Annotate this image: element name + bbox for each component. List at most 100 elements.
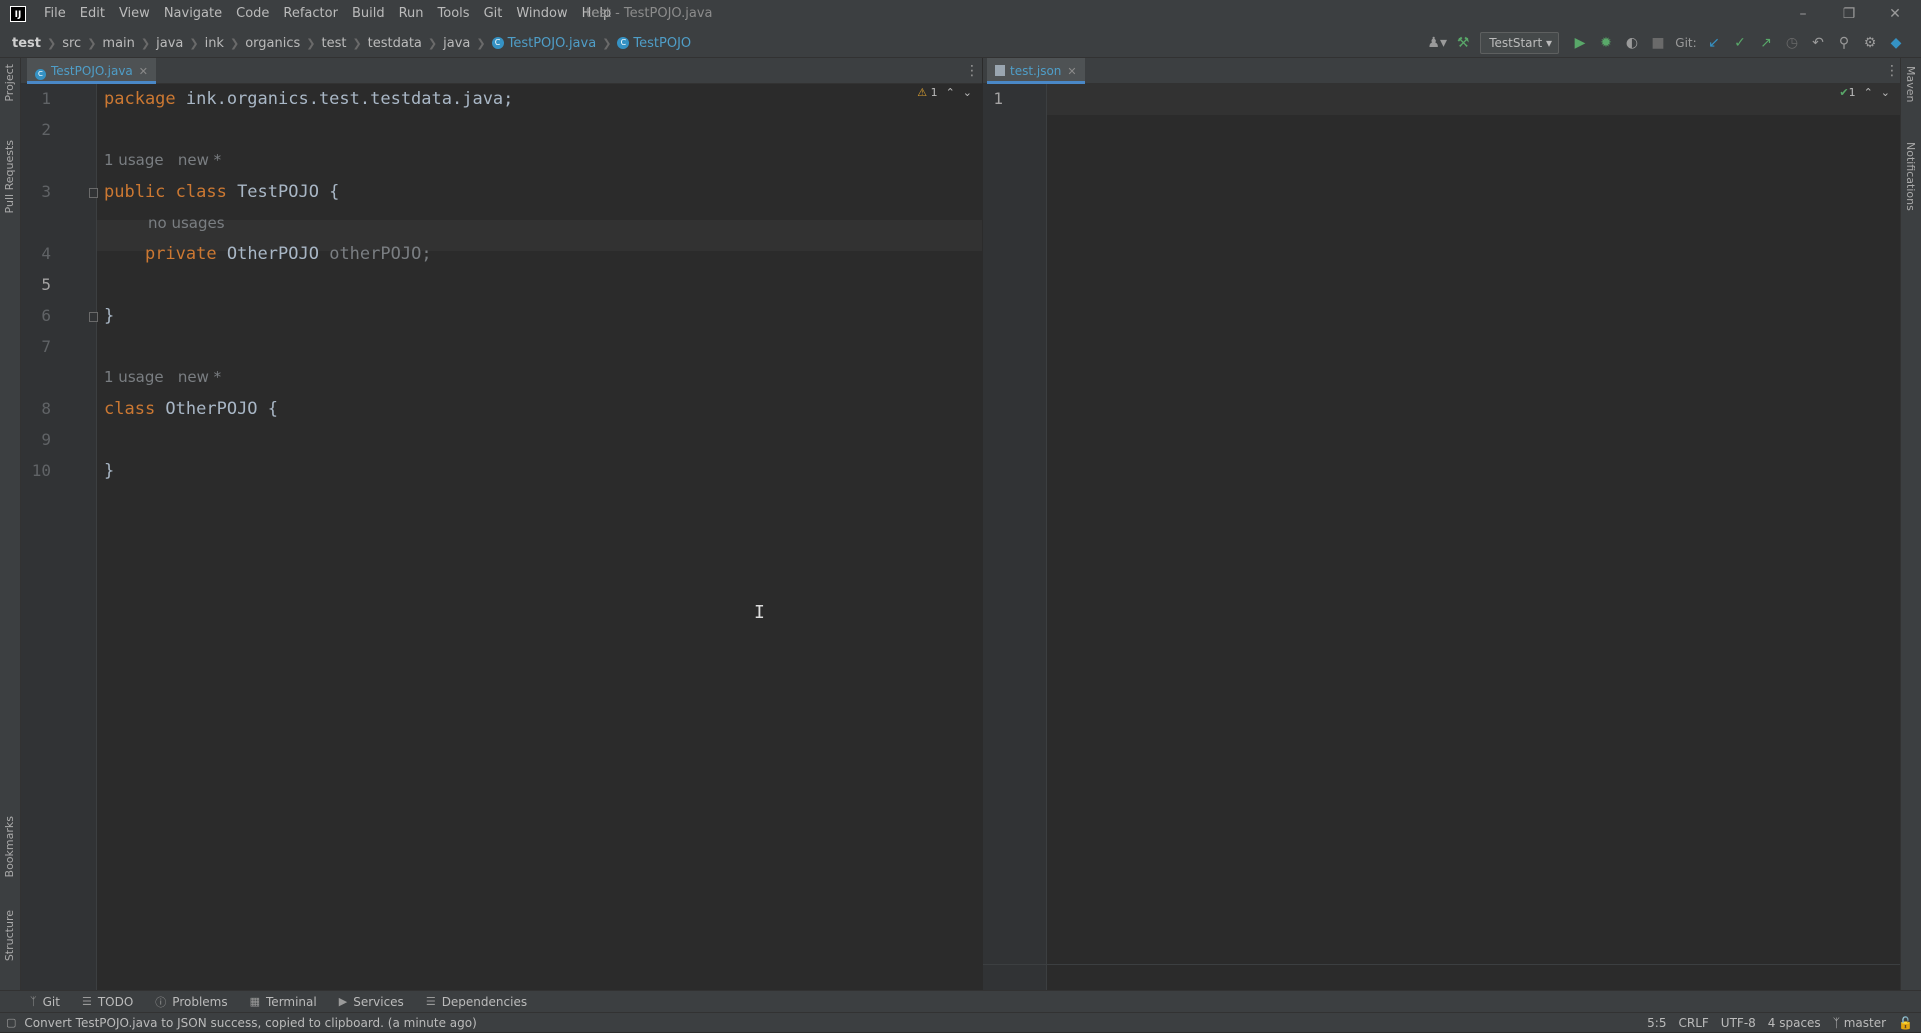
- todo-tool-button[interactable]: ☰ TODO: [82, 995, 133, 1009]
- user-icon[interactable]: ♟▾: [1424, 35, 1450, 51]
- search-icon[interactable]: ⚲: [1831, 35, 1857, 51]
- code-line: }: [104, 461, 115, 481]
- java-editor[interactable]: 1 2 3 4 5 6 7 8 9 10 package ink.organic…: [21, 84, 1001, 990]
- line-number: 2: [41, 120, 51, 139]
- menu-navigate[interactable]: Navigate: [157, 0, 229, 28]
- previous-highlight-icon[interactable]: ⌃: [1864, 86, 1873, 99]
- line-number: 6: [41, 306, 51, 325]
- stop-icon[interactable]: ■: [1645, 35, 1671, 51]
- project-tool-button[interactable]: Project: [3, 64, 16, 102]
- crumb-test[interactable]: test: [321, 36, 346, 51]
- lock-icon[interactable]: 🔓: [1898, 1016, 1913, 1030]
- menu-edit[interactable]: Edit: [73, 0, 112, 28]
- status-message[interactable]: Convert TestPOJO.java to JSON success, c…: [24, 1016, 476, 1030]
- menu-code[interactable]: Code: [229, 0, 276, 28]
- structure-tool-button[interactable]: Structure: [3, 910, 16, 961]
- services-icon: ▶: [338, 995, 348, 1008]
- bookmarks-tool-button[interactable]: Bookmarks: [3, 816, 16, 877]
- crumb-src[interactable]: src: [62, 36, 81, 51]
- crumb-java[interactable]: java: [156, 36, 183, 51]
- class-icon: C: [617, 37, 630, 49]
- fold-marker-icon[interactable]: [89, 312, 98, 322]
- indent-setting[interactable]: 4 spaces: [1768, 1016, 1821, 1030]
- status-bar: ▢ Convert TestPOJO.java to JSON success,…: [0, 1012, 1921, 1032]
- crumb-ink[interactable]: ink: [205, 36, 224, 51]
- maven-tool-button[interactable]: Maven: [1904, 66, 1917, 102]
- main-menu: File Edit View Navigate Code Refactor Bu…: [44, 0, 618, 28]
- navigation-bar: test ❯ src ❯ main ❯ java ❯ ink ❯ organics ❯ te…: [0, 28, 1921, 58]
- code-line: public class TestPOJO {: [104, 182, 340, 202]
- menu-window[interactable]: Window: [509, 0, 574, 28]
- line-separator[interactable]: CRLF: [1678, 1016, 1708, 1030]
- notifications-tool-button[interactable]: Notifications: [1904, 142, 1917, 211]
- crumb-class[interactable]: TestPOJO: [633, 36, 691, 51]
- build-hammer-icon[interactable]: ⚒: [1450, 35, 1476, 51]
- close-window-icon[interactable]: ✕: [1872, 0, 1918, 28]
- git-tool-button[interactable]: ᛉ Git: [30, 995, 60, 1009]
- git-commit-icon[interactable]: ✓: [1727, 35, 1753, 51]
- code-line: package ink.organics.test.testdata.java;: [104, 89, 514, 109]
- crumb-testdata[interactable]: testdata: [368, 36, 422, 51]
- crumb-java-pkg[interactable]: java: [443, 36, 470, 51]
- more-options-icon[interactable]: ⋮: [1885, 58, 1899, 84]
- status-panel-icon[interactable]: ▢: [6, 1016, 16, 1029]
- minimize-icon[interactable]: –: [1780, 0, 1826, 28]
- crumb-main[interactable]: main: [102, 36, 134, 51]
- dependencies-tool-button[interactable]: ☰ Dependencies: [426, 995, 527, 1009]
- close-tab-icon[interactable]: ✕: [1067, 65, 1076, 78]
- git-push-icon[interactable]: ↗: [1753, 35, 1779, 51]
- git-branch-widget[interactable]: ᛉ master: [1833, 1016, 1886, 1030]
- json-editor[interactable]: 1 ✔1 ⌃ ⌄: [983, 84, 1900, 990]
- menu-refactor[interactable]: Refactor: [276, 0, 345, 28]
- line-number: 10: [31, 461, 51, 480]
- line-number: 5: [41, 275, 51, 294]
- run-icon[interactable]: ▶: [1567, 35, 1593, 51]
- horizontal-scrollbar[interactable]: [983, 964, 1900, 965]
- restore-icon[interactable]: ❐: [1826, 0, 1872, 28]
- run-configuration-select[interactable]: TestStart ▾: [1480, 32, 1559, 54]
- file-encoding[interactable]: UTF-8: [1721, 1016, 1756, 1030]
- class-icon: C: [35, 69, 46, 80]
- menu-view[interactable]: View: [112, 0, 157, 28]
- next-highlight-icon[interactable]: ⌄: [963, 86, 972, 99]
- breadcrumb: test ❯ src ❯ main ❯ java ❯ ink ❯ organics ❯ te…: [12, 35, 692, 51]
- line-number: 9: [41, 430, 51, 449]
- tab-test-json[interactable]: test.json ✕: [987, 58, 1085, 84]
- toolbox-icon[interactable]: ◆: [1883, 35, 1909, 51]
- rollback-icon[interactable]: ↶: [1805, 35, 1831, 51]
- close-tab-icon[interactable]: ✕: [139, 65, 148, 78]
- git-update-icon[interactable]: ↙: [1701, 35, 1727, 51]
- debug-icon[interactable]: ✹: [1593, 35, 1619, 51]
- more-options-icon[interactable]: ⋮: [965, 58, 979, 84]
- terminal-tool-button[interactable]: ▦ Terminal: [250, 995, 317, 1009]
- line-number: 1: [41, 89, 51, 108]
- caret-position[interactable]: 5:5: [1647, 1016, 1666, 1030]
- inspection-widget[interactable]: ⚠ 1 ⌃ ⌄: [917, 86, 972, 99]
- crumb-project[interactable]: test: [12, 36, 41, 51]
- code-line: private OtherPOJO otherPOJO;: [144, 244, 432, 264]
- crumb-organics[interactable]: organics: [245, 36, 300, 51]
- pull-requests-tool-button[interactable]: Pull Requests: [3, 140, 16, 213]
- coverage-icon[interactable]: ◐: [1619, 35, 1645, 51]
- inspection-widget[interactable]: ✔1 ⌃ ⌄: [1839, 86, 1890, 99]
- next-highlight-icon[interactable]: ⌄: [1881, 86, 1890, 99]
- git-branch-icon: ᛉ: [30, 995, 37, 1008]
- settings-gear-icon[interactable]: ⚙: [1857, 35, 1883, 51]
- previous-highlight-icon[interactable]: ⌃: [946, 86, 955, 99]
- git-branch-icon: ᛉ: [1832, 1016, 1840, 1030]
- git-history-icon[interactable]: ◷: [1779, 35, 1805, 51]
- usage-hint[interactable]: 1 usage new *: [104, 151, 221, 169]
- menu-tools[interactable]: Tools: [431, 0, 477, 28]
- class-icon: C: [491, 37, 504, 49]
- menu-file[interactable]: File: [44, 0, 73, 28]
- menu-git[interactable]: Git: [477, 0, 510, 28]
- menu-run[interactable]: Run: [392, 0, 431, 28]
- crumb-file[interactable]: TestPOJO.java: [508, 36, 597, 51]
- services-tool-button[interactable]: ▶ Services: [339, 995, 404, 1009]
- tab-testpojo-java[interactable]: C TestPOJO.java ✕: [27, 58, 156, 84]
- usage-hint[interactable]: 1 usage new *: [104, 368, 221, 386]
- fold-marker-icon[interactable]: [89, 188, 98, 198]
- problems-tool-button[interactable]: ⓘ Problems: [155, 994, 227, 1010]
- menu-build[interactable]: Build: [345, 0, 392, 28]
- json-file-icon: [995, 65, 1005, 76]
